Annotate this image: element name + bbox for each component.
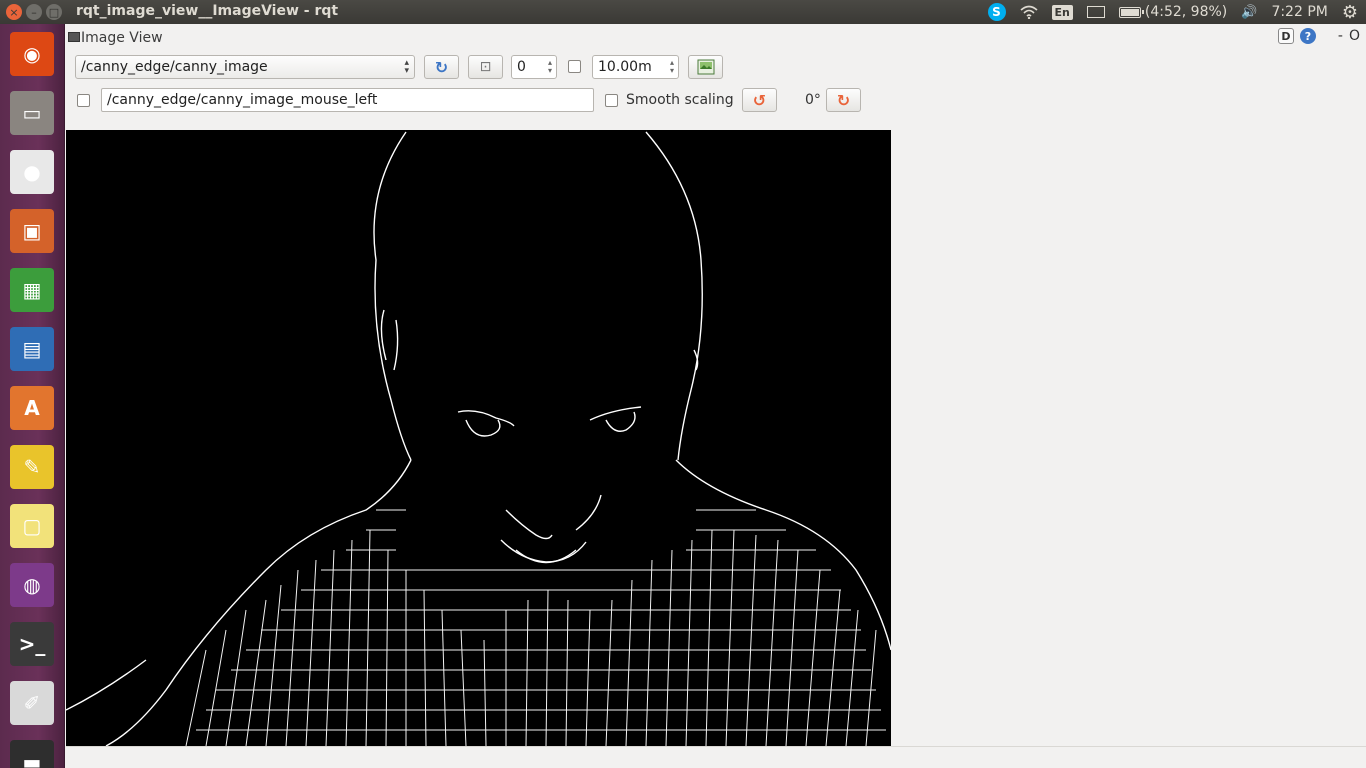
zoom-spinbox[interactable]: 0 ▴ ▾ [511,55,557,79]
calc-icon: ▦ [10,268,54,312]
launcher-item-software-center[interactable]: A [6,382,58,434]
topic-combobox[interactable]: /canny_edge/canny_image ▴ ▾ [75,55,415,79]
launcher-item-workspace[interactable]: ▬ [6,736,58,768]
launcher-item-calc[interactable]: ▦ [6,264,58,316]
software-center-icon: A [10,386,54,430]
nose-edge [505,509,553,540]
launcher: ◉ ▭ ● ▣ ▦ ▤ A ✎ ▢ ◍ >_ ✐ ▬ [0,24,65,768]
launcher-item-terminal[interactable]: >_ [6,618,58,670]
save-image-button[interactable] [688,55,723,79]
battery-icon [1118,6,1144,18]
plugin-controls: D ? - O [1277,28,1360,44]
volume-icon[interactable]: 🔊 [1241,5,1257,20]
writer-icon: ▤ [10,327,54,371]
smooth-scaling-checkbox[interactable] [605,94,618,107]
head-outline-right [645,131,703,461]
plugin-title: Image View [81,30,163,46]
smooth-scaling-label: Smooth scaling [626,92,734,108]
combo-arrows-icon: ▴ ▾ [404,58,409,76]
save-image-icon [697,59,714,75]
rotation-label: 0° [805,92,821,108]
sticky-notes-icon: ▢ [10,504,54,548]
refresh-topics-button[interactable]: ↻ [424,55,459,79]
files-icon: ▭ [10,91,54,135]
window-title: rqt_image_view__ImageView - rqt [76,3,339,19]
minimize-window-button[interactable]: – [26,4,42,20]
shirt-texture [185,509,886,746]
workspace-icon: ▬ [10,740,54,768]
chrome-icon: ● [10,150,54,194]
zoom-fit-icon: ⊡ [479,59,492,75]
refresh-icon: ↻ [434,57,449,77]
zoom-value: 0 [517,59,526,75]
rotate-left-button[interactable]: ↺ [742,88,777,112]
help-icon[interactable]: ? [1299,28,1316,44]
plugin-title-bar: Image View D ? - O [66,28,1366,48]
battery-status: (4:52, 98%) [1144,4,1228,20]
spin-arrows-icon: ▴ ▾ [547,58,552,75]
window-controls: × – □ [6,4,62,20]
text-editor-icon: ✎ [10,445,54,489]
maximize-window-button[interactable]: □ [46,4,62,20]
launcher-item-impress[interactable]: ▣ [6,205,58,257]
collar-right-edge [675,459,891,651]
canny-edge-image [66,131,891,746]
impress-icon: ▣ [10,209,54,253]
zoom-fit-button[interactable]: ⊡ [468,55,503,79]
collar-left-edge [105,459,412,746]
publish-mouse-checkbox[interactable] [77,94,90,107]
rotate-right-icon: ↻ [836,90,851,110]
rotate-left-icon: ↺ [752,90,767,110]
mail-icon[interactable] [1086,6,1105,18]
launcher-item-chrome[interactable]: ● [6,146,58,198]
plugin-icon [68,32,80,42]
clock[interactable]: 7:22 PM [1271,4,1327,20]
top-panel: × – □ rqt_image_view__ImageView - rqt S … [0,0,1366,24]
dynamic-range-checkbox[interactable] [568,60,581,73]
launcher-item-sticky-notes[interactable]: ▢ [6,500,58,552]
mouse-topic-value: /canny_edge/canny_image_mouse_left [107,92,378,108]
head-outline-left [373,131,412,461]
max-range-spinbox[interactable]: 10.00m ▴ ▾ [592,55,679,79]
close-plugin-button[interactable]: O [1349,28,1360,44]
close-window-button[interactable]: × [6,4,22,20]
screenshot-icon: ✐ [10,681,54,725]
spin-arrows-icon: ▴ ▾ [669,58,674,75]
max-range-value: 10.00m [598,59,652,75]
ubuntu-dash-icon: ◉ [10,32,54,76]
image-display[interactable] [66,130,891,746]
status-bar [66,746,1366,768]
launcher-item-ubuntu-dash[interactable]: ◉ [6,28,58,80]
left-eye-edge [457,410,515,427]
rqt-window: Image View D ? - O /canny_edge/canny_ima… [66,24,1366,768]
right-eye-edge [589,406,642,421]
color-picker-icon: ◍ [10,563,54,607]
mouse-topic-input[interactable]: /canny_edge/canny_image_mouse_left [101,88,594,112]
launcher-item-color-picker[interactable]: ◍ [6,559,58,611]
dock-icon[interactable]: D [1277,28,1294,44]
launcher-item-screenshot[interactable]: ✐ [6,677,58,729]
minimize-plugin-button[interactable]: - [1338,28,1343,44]
skype-icon[interactable]: S [987,3,1006,21]
terminal-icon: >_ [10,622,54,666]
topic-value: /canny_edge/canny_image [81,59,268,75]
mouth-edge [500,539,587,563]
rotate-right-button[interactable]: ↻ [826,88,861,112]
indicator-area: S En (4:52, 98%) 🔊 7:22 PM ⚙ [987,0,1358,24]
settings-gear-icon[interactable]: ⚙ [1342,2,1358,23]
battery-indicator[interactable]: (4:52, 98%) [1118,4,1228,20]
keyboard-layout-indicator[interactable]: En [1051,4,1073,20]
launcher-item-writer[interactable]: ▤ [6,323,58,375]
launcher-item-text-editor[interactable]: ✎ [6,441,58,493]
wifi-icon[interactable] [1019,5,1038,19]
launcher-item-files[interactable]: ▭ [6,87,58,139]
